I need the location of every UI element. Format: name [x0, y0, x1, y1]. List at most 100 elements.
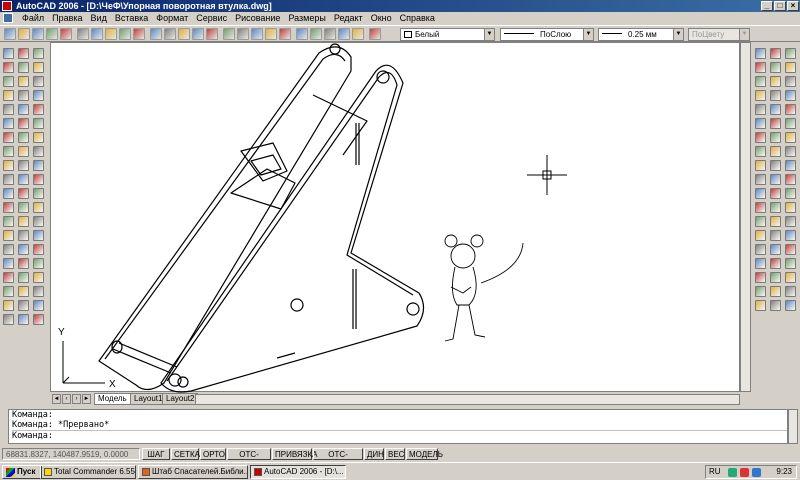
toolbar-tool-icon[interactable] [251, 28, 263, 40]
menu-item-6[interactable]: Рисование [231, 12, 284, 25]
palette-tool-icon[interactable] [33, 188, 44, 199]
palette-tool-icon[interactable] [3, 104, 14, 115]
palette-tool-icon[interactable] [18, 104, 29, 115]
palette-tool-icon[interactable] [33, 272, 44, 283]
tab-first-icon[interactable]: ◄ [52, 394, 61, 404]
toolbar-tool-icon[interactable] [192, 28, 204, 40]
palette-tool-icon[interactable] [770, 216, 781, 227]
tab-model[interactable]: Модель [94, 393, 131, 405]
menu-item-2[interactable]: Вид [87, 12, 111, 25]
palette-tool-icon[interactable] [18, 76, 29, 87]
palette-tool-icon[interactable] [18, 132, 29, 143]
palette-tool-icon[interactable] [770, 202, 781, 213]
chevron-down-icon[interactable]: ▼ [583, 29, 593, 40]
palette-tool-icon[interactable] [3, 258, 14, 269]
palette-tool-icon[interactable] [18, 174, 29, 185]
palette-tool-icon[interactable] [33, 62, 44, 73]
palette-tool-icon[interactable] [755, 48, 766, 59]
palette-tool-icon[interactable] [18, 244, 29, 255]
close-icon[interactable]: × [787, 1, 799, 11]
palette-tool-icon[interactable] [18, 62, 29, 73]
toolbar-tool-icon[interactable] [324, 28, 336, 40]
osnap-toggle[interactable]: ПРИВЯЗКА [272, 448, 318, 460]
palette-tool-icon[interactable] [33, 216, 44, 227]
palette-tool-icon[interactable] [33, 104, 44, 115]
tab-layout1[interactable]: Layout1 [130, 393, 167, 405]
palette-tool-icon[interactable] [785, 104, 796, 115]
menu-item-1[interactable]: Правка [48, 12, 86, 25]
toolbar-tool-icon[interactable] [237, 28, 249, 40]
palette-tool-icon[interactable] [3, 146, 14, 157]
palette-tool-icon[interactable] [3, 230, 14, 241]
color-select[interactable]: Белый ▼ [400, 28, 495, 41]
vertical-scrollbar[interactable] [740, 42, 751, 392]
toolbar-tool-icon[interactable] [32, 28, 44, 40]
palette-tool-icon[interactable] [755, 104, 766, 115]
palette-tool-icon[interactable] [770, 160, 781, 171]
palette-tool-icon[interactable] [3, 118, 14, 129]
otrack-toggle[interactable]: ОТС-ОБЪЕКТ [313, 448, 363, 471]
polar-toggle[interactable]: ОТС-ПОЛЯР [227, 448, 271, 471]
palette-tool-icon[interactable] [18, 258, 29, 269]
tab-next-icon[interactable]: › [72, 394, 81, 404]
palette-tool-icon[interactable] [18, 272, 29, 283]
palette-tool-icon[interactable] [770, 230, 781, 241]
palette-tool-icon[interactable] [770, 174, 781, 185]
task-autocad[interactable]: AutoCAD 2006 - [D:\... [250, 465, 346, 479]
palette-tool-icon[interactable] [755, 160, 766, 171]
palette-tool-icon[interactable] [770, 132, 781, 143]
tab-last-icon[interactable]: ► [82, 394, 91, 404]
palette-tool-icon[interactable] [785, 244, 796, 255]
palette-tool-icon[interactable] [3, 48, 14, 59]
coordinates-readout[interactable]: 68831.8327, 140487.9519, 0.0000 [2, 448, 140, 460]
palette-tool-icon[interactable] [755, 174, 766, 185]
palette-tool-icon[interactable] [18, 90, 29, 101]
palette-tool-icon[interactable] [785, 76, 796, 87]
palette-tool-icon[interactable] [755, 146, 766, 157]
palette-tool-icon[interactable] [770, 244, 781, 255]
task-browser[interactable]: Штаб Спасателей.Библи... [138, 465, 248, 479]
palette-tool-icon[interactable] [785, 230, 796, 241]
document-icon[interactable] [3, 13, 13, 23]
command-scrollbar[interactable] [788, 409, 798, 444]
grid-toggle[interactable]: СЕТКА [171, 448, 200, 460]
start-button[interactable]: Пуск [2, 465, 42, 479]
palette-tool-icon[interactable] [33, 244, 44, 255]
menu-item-10[interactable]: Справка [396, 12, 439, 25]
lweight-toggle[interactable]: ВЕС [385, 448, 405, 460]
toolbar-tool-icon[interactable] [338, 28, 350, 40]
palette-tool-icon[interactable] [18, 118, 29, 129]
palette-tool-icon[interactable] [770, 188, 781, 199]
toolbar-tool-icon[interactable] [296, 28, 308, 40]
toolbar-tool-icon[interactable] [60, 28, 72, 40]
palette-tool-icon[interactable] [33, 132, 44, 143]
palette-tool-icon[interactable] [3, 132, 14, 143]
toolbar-tool-icon[interactable] [150, 28, 162, 40]
palette-tool-icon[interactable] [3, 314, 14, 325]
menu-item-7[interactable]: Размеры [284, 12, 329, 25]
palette-tool-icon[interactable] [3, 244, 14, 255]
toolbar-tool-icon[interactable] [119, 28, 131, 40]
palette-tool-icon[interactable] [770, 300, 781, 311]
palette-tool-icon[interactable] [33, 160, 44, 171]
lineweight-select[interactable]: 0.25 мм ▼ [598, 28, 684, 41]
palette-tool-icon[interactable] [3, 272, 14, 283]
horizontal-scrollbar[interactable] [195, 394, 740, 405]
toolbar-tool-icon[interactable] [178, 28, 190, 40]
ortho-toggle[interactable]: ОРТО [200, 448, 226, 460]
palette-tool-icon[interactable] [785, 90, 796, 101]
palette-tool-icon[interactable] [3, 62, 14, 73]
palette-tool-icon[interactable] [18, 216, 29, 227]
autocad-app-icon[interactable] [2, 1, 12, 11]
toolbar-tool-icon[interactable] [91, 28, 103, 40]
palette-tool-icon[interactable] [785, 300, 796, 311]
tray-icon-volume[interactable] [752, 468, 761, 477]
toolbar-tool-icon[interactable] [352, 28, 364, 40]
palette-tool-icon[interactable] [770, 76, 781, 87]
palette-tool-icon[interactable] [33, 118, 44, 129]
plotstyle-select[interactable]: ПоЦвету ▼ [688, 28, 750, 41]
command-window[interactable]: Команда: Команда: *Прервано* Команда: [8, 409, 788, 444]
toolbar-tool-icon[interactable] [46, 28, 58, 40]
palette-tool-icon[interactable] [33, 230, 44, 241]
palette-tool-icon[interactable] [755, 272, 766, 283]
